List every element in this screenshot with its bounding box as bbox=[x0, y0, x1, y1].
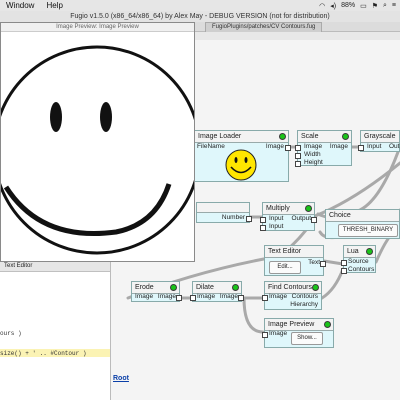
wire-find-lua bbox=[320, 267, 345, 300]
status-led bbox=[279, 133, 286, 140]
output-socket[interactable] bbox=[238, 295, 244, 301]
pin-text-out[interactable]: Text bbox=[308, 258, 320, 267]
pin-input-2[interactable]: Input bbox=[269, 222, 283, 231]
input-socket[interactable] bbox=[295, 145, 301, 151]
image-preview-window[interactable]: Image Preview: Image Preview bbox=[0, 22, 202, 262]
pin-output[interactable]: Output bbox=[389, 142, 400, 151]
input-socket[interactable] bbox=[358, 145, 364, 151]
node-lua[interactable]: Lua Source Contours bbox=[341, 245, 376, 274]
pin-contours[interactable]: Contours bbox=[348, 265, 374, 274]
code-line[interactable]: ours ) bbox=[0, 330, 22, 337]
smiley-thumbnail bbox=[225, 149, 257, 181]
edit-button[interactable]: Edit... bbox=[269, 261, 301, 274]
output-socket[interactable] bbox=[320, 261, 326, 267]
preview-title: Image Preview: Image Preview bbox=[1, 23, 194, 32]
pin-image-out[interactable]: Image bbox=[220, 292, 238, 301]
input-socket[interactable] bbox=[260, 217, 266, 223]
output-socket[interactable] bbox=[246, 216, 252, 222]
choice-select[interactable]: THRESH_BINARY bbox=[338, 224, 398, 237]
node-title: Text Editor bbox=[265, 246, 323, 258]
pin-image-out[interactable]: Image bbox=[266, 142, 284, 151]
pin-image-in[interactable]: Image bbox=[269, 329, 287, 338]
wire-dilate-preview bbox=[242, 296, 265, 334]
pin-number-out[interactable]: Number bbox=[222, 213, 245, 222]
status-led bbox=[342, 133, 349, 140]
node-title: Choice bbox=[326, 210, 399, 222]
pin-image-in[interactable]: Image bbox=[135, 292, 153, 301]
node-image-preview[interactable]: Image Preview Image Show... bbox=[262, 318, 334, 348]
editor-title: Text Editor bbox=[0, 262, 110, 272]
status-led bbox=[232, 284, 239, 291]
code-line[interactable]: size() + ' .. #Contour ) bbox=[0, 350, 86, 357]
output-socket[interactable] bbox=[176, 295, 182, 301]
node-text-editor[interactable]: Text Editor Edit... Text bbox=[264, 245, 326, 276]
input-socket[interactable] bbox=[260, 225, 266, 231]
pin-input[interactable]: Input bbox=[367, 142, 381, 151]
pin-output[interactable]: Output bbox=[291, 214, 311, 223]
pin-image-in[interactable]: Image bbox=[269, 292, 287, 301]
pin-image-out[interactable]: Image bbox=[330, 142, 348, 151]
status-led bbox=[305, 205, 312, 212]
text-editor-panel[interactable]: Text Editor ours ) size() + ' .. #Contou… bbox=[0, 262, 111, 400]
node-multiply[interactable]: Multiply Input Input Output bbox=[260, 202, 317, 231]
input-socket[interactable] bbox=[190, 295, 196, 301]
input-socket[interactable] bbox=[341, 260, 347, 266]
input-socket[interactable] bbox=[341, 268, 347, 274]
node-image-loader[interactable]: Image Loader FileName Image bbox=[194, 130, 291, 182]
pin-height[interactable]: Height bbox=[304, 158, 323, 167]
pin-image-in[interactable]: Image bbox=[197, 292, 215, 301]
input-socket[interactable] bbox=[262, 332, 268, 338]
input-socket[interactable] bbox=[262, 295, 268, 301]
pin-image-out[interactable]: Image bbox=[158, 292, 176, 301]
status-led bbox=[324, 321, 331, 328]
node-find-contours[interactable]: Find Contours Image Contours Hierarchy bbox=[262, 281, 322, 310]
smiley-preview-image bbox=[0, 45, 202, 255]
node-number[interactable]: Number bbox=[196, 202, 252, 223]
pin-filename[interactable]: FileName bbox=[197, 142, 225, 151]
show-button[interactable]: Show... bbox=[291, 332, 323, 345]
status-led bbox=[170, 284, 177, 291]
node-scale[interactable]: Scale Image Width Height Image bbox=[295, 130, 352, 167]
node-grayscale[interactable]: Grayscale Input Output bbox=[358, 130, 400, 152]
pin-hierarchy-out[interactable]: Hierarchy bbox=[290, 300, 318, 309]
node-dilate[interactable]: Dilate Image Image bbox=[190, 281, 244, 302]
breadcrumb-root[interactable]: Root bbox=[113, 375, 129, 382]
output-socket[interactable] bbox=[311, 217, 317, 223]
node-choice[interactable]: Choice THRESH_BINARY bbox=[325, 209, 400, 239]
node-title bbox=[197, 203, 249, 213]
input-socket[interactable] bbox=[295, 161, 301, 167]
output-socket[interactable] bbox=[285, 145, 291, 151]
status-led bbox=[366, 248, 373, 255]
status-led bbox=[312, 284, 319, 291]
input-socket[interactable] bbox=[295, 153, 301, 159]
node-erode[interactable]: Erode Image Image bbox=[131, 281, 182, 302]
